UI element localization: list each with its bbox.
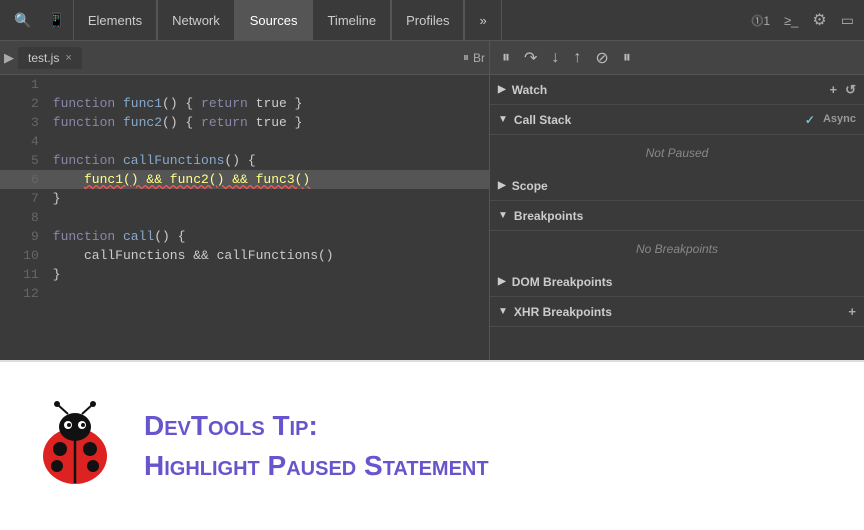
- breakpoints-section: ▼ Breakpoints No Breakpoints: [490, 201, 864, 267]
- gear-icon[interactable]: ⚙: [808, 10, 830, 30]
- code-line-12: 12: [0, 284, 489, 303]
- pause-resume-icon[interactable]: ⏸: [498, 47, 514, 69]
- code-line-6: 6 func1() && func2() && func3(): [0, 170, 489, 189]
- watch-arrow-icon: ▶: [498, 84, 506, 95]
- async-check-icon[interactable]: ✓: [805, 113, 815, 127]
- xhr-actions: +: [848, 304, 856, 319]
- pause-icon[interactable]: ⏸: [463, 50, 469, 65]
- code-line-9: 9 function call() {: [0, 227, 489, 246]
- dom-breakpoints-arrow-icon: ▶: [498, 276, 506, 287]
- scope-section: ▶ Scope: [490, 171, 864, 201]
- tab-network[interactable]: Network: [157, 0, 235, 40]
- watch-label: Watch: [512, 83, 548, 97]
- ladybug-icon: [30, 401, 120, 491]
- code-line-3: 3 function func2() { return true }: [0, 113, 489, 132]
- step-out-icon[interactable]: ↑: [569, 47, 585, 69]
- tab-profiles[interactable]: Profiles: [391, 0, 464, 40]
- tab-elements[interactable]: Elements: [73, 0, 157, 40]
- tip-text: DevTools Tip: Highlight Paused Statement: [144, 409, 489, 482]
- async-label: Async: [823, 113, 856, 127]
- pause-on-exceptions-icon[interactable]: ⏸: [619, 47, 635, 69]
- breakpoints-arrow-icon: ▼: [498, 210, 508, 221]
- tab-more[interactable]: »: [464, 0, 501, 40]
- xhr-breakpoints-label: XHR Breakpoints: [514, 305, 612, 319]
- callstack-arrow-icon: ▼: [498, 114, 508, 125]
- xhr-breakpoints-section: ▼ XHR Breakpoints +: [490, 297, 864, 327]
- step-over-icon[interactable]: ↷: [520, 46, 541, 70]
- debug-panel: ⏸ ↷ ↓ ↑ ⊘ ⏸ ▶ Watch + ↺ ▼ Call Stack: [490, 41, 864, 360]
- dom-breakpoints-section: ▶ DOM Breakpoints: [490, 267, 864, 297]
- step-into-icon[interactable]: ↓: [547, 47, 563, 69]
- breakpoints-header[interactable]: ▼ Breakpoints: [490, 201, 864, 231]
- debug-toolbar: ⏸ ↷ ↓ ↑ ⊘ ⏸: [490, 41, 864, 75]
- code-line-10: 10 callFunctions && callFunctions(): [0, 246, 489, 265]
- code-line-5: 5 function callFunctions() {: [0, 151, 489, 170]
- code-line-4: 4: [0, 132, 489, 151]
- close-tab-icon[interactable]: ×: [65, 52, 71, 64]
- code-line-2: 2 function func1() { return true }: [0, 94, 489, 113]
- editor-panel: ▶ test.js × ⏸ Br 1 2 funct: [0, 41, 490, 360]
- editor-tabbar: ▶ test.js × ⏸ Br: [0, 41, 489, 75]
- watch-section: ▶ Watch + ↺: [490, 75, 864, 105]
- callstack-label: Call Stack: [514, 113, 571, 127]
- code-line-7: 7 }: [0, 189, 489, 208]
- deactivate-breakpoints-icon[interactable]: ⊘: [591, 46, 612, 70]
- play-icon[interactable]: ▶: [4, 50, 14, 66]
- code-line-11: 11 }: [0, 265, 489, 284]
- watch-add-icon[interactable]: +: [830, 82, 838, 98]
- watch-actions: + ↺: [830, 82, 857, 98]
- watch-header[interactable]: ▶ Watch + ↺: [490, 75, 864, 105]
- editor-tab-icons: ⏸ Br: [463, 50, 485, 65]
- xhr-breakpoints-arrow-icon: ▼: [498, 306, 508, 317]
- code-line-1: 1: [0, 75, 489, 94]
- callstack-actions: ✓ Async: [805, 113, 856, 127]
- code-line-8: 8: [0, 208, 489, 227]
- callstack-header[interactable]: ▼ Call Stack ✓ Async: [490, 105, 864, 135]
- tip-title: DevTools Tip:: [144, 409, 489, 443]
- watch-refresh-icon[interactable]: ↺: [845, 82, 856, 98]
- scope-header[interactable]: ▶ Scope: [490, 171, 864, 201]
- scope-label: Scope: [512, 179, 548, 193]
- tip-section: DevTools Tip: Highlight Paused Statement: [0, 360, 864, 530]
- file-label: test.js: [28, 51, 59, 65]
- dom-breakpoints-label: DOM Breakpoints: [512, 275, 613, 289]
- tip-subtitle: Highlight Paused Statement: [144, 449, 489, 483]
- devtools-panel: ▶ test.js × ⏸ Br 1 2 funct: [0, 41, 864, 360]
- xhr-breakpoints-header[interactable]: ▼ XHR Breakpoints +: [490, 297, 864, 327]
- scope-arrow-icon: ▶: [498, 180, 506, 191]
- xhr-add-icon[interactable]: +: [848, 304, 856, 319]
- badge-icon: ⓵1: [747, 12, 774, 29]
- breakpoint-icon[interactable]: Br: [473, 51, 485, 65]
- toolbar-right: ⓵1 ≥_ ⚙ ▭: [747, 10, 858, 30]
- search-icon[interactable]: 🔍: [6, 12, 39, 29]
- breakpoints-label: Breakpoints: [514, 209, 583, 223]
- dom-breakpoints-header[interactable]: ▶ DOM Breakpoints: [490, 267, 864, 297]
- screen-icon[interactable]: ▭: [837, 12, 858, 29]
- tab-sources[interactable]: Sources: [235, 0, 313, 40]
- code-editor[interactable]: 1 2 function func1() { return true } 3 f…: [0, 75, 489, 360]
- callstack-section: ▼ Call Stack ✓ Async Not Paused: [490, 105, 864, 171]
- editor-tab-testjs[interactable]: test.js ×: [18, 47, 82, 69]
- tab-timeline[interactable]: Timeline: [312, 0, 391, 40]
- main-toolbar: 🔍 📱 Elements Network Sources Timeline Pr…: [0, 0, 864, 41]
- console-icon[interactable]: ≥_: [780, 13, 802, 28]
- callstack-body: Not Paused: [490, 135, 864, 171]
- breakpoints-body: No Breakpoints: [490, 231, 864, 267]
- mobile-icon[interactable]: 📱: [39, 12, 72, 29]
